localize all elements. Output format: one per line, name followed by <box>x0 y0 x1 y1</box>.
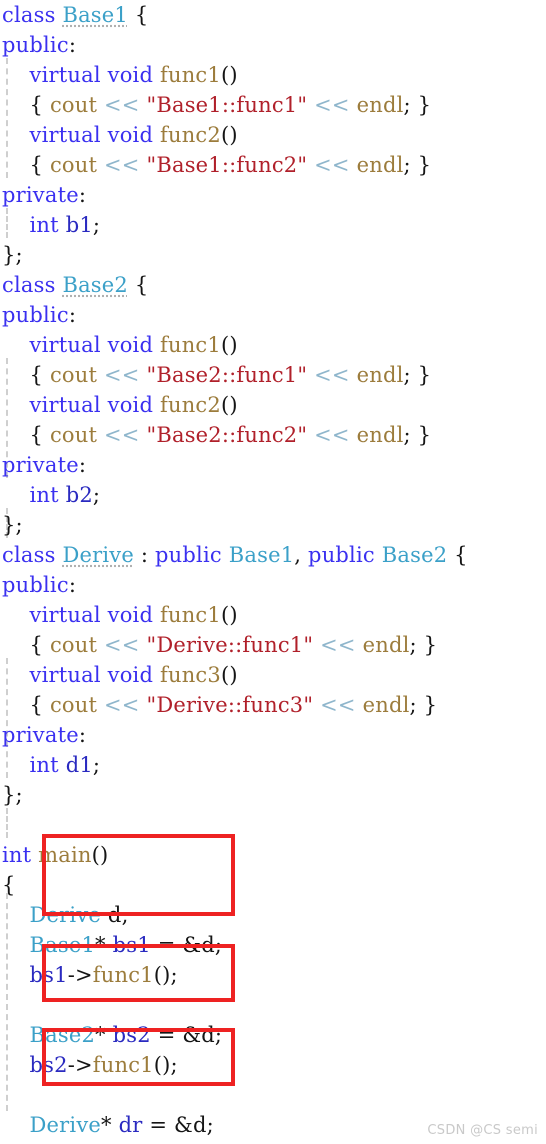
code-line: public: <box>2 33 77 57</box>
code-line: { cout << "Base1::func2" << endl; } <box>2 153 432 177</box>
code-line: private: <box>2 453 87 477</box>
code-line: bs1->func1(); <box>29 963 178 987</box>
code-line: virtual void func2() <box>29 123 238 147</box>
code-line: public: <box>2 303 77 327</box>
code-block[interactable]: class Base1 { public: virtual void func1… <box>0 0 546 1144</box>
code-line: }; <box>2 243 23 267</box>
code-line: { cout << "Derive::func3" << endl; } <box>2 693 438 717</box>
code-line: Derive d; <box>29 903 129 927</box>
code-line: class Base2 { <box>2 273 149 297</box>
code-line: Base2* bs2 = &d; <box>29 1023 223 1047</box>
code-line: virtual void func1() <box>29 333 238 357</box>
code-line: int b1; <box>29 213 101 237</box>
code-line: virtual void func1() <box>29 603 238 627</box>
code-line: int b2; <box>29 483 101 507</box>
code-line: public: <box>2 573 77 597</box>
code-line: virtual void func2() <box>29 393 238 417</box>
csdn-watermark: CSDN @CS semi <box>427 1123 538 1138</box>
code-line: { <box>2 873 16 897</box>
code-line: virtual void func1() <box>29 63 238 87</box>
code-line: int main() <box>2 843 109 867</box>
code-line: private: <box>2 723 87 747</box>
code-line: { cout << "Base2::func2" << endl; } <box>2 423 432 447</box>
code-line: int d1; <box>29 753 101 777</box>
code-line: Base1* bs1 = &d; <box>29 933 223 957</box>
code-line: { cout << "Base1::func1" << endl; } <box>2 93 432 117</box>
code-line: class Base1 { <box>2 3 149 27</box>
code-line: bs2->func1(); <box>29 1053 178 1077</box>
code-line: { cout << "Derive::func1" << endl; } <box>2 633 438 657</box>
code-line: { cout << "Base2::func1" << endl; } <box>2 363 432 387</box>
code-line: virtual void func3() <box>29 663 238 687</box>
code-screenshot: class Base1 { public: virtual void func1… <box>0 0 546 1144</box>
code-line: }; <box>2 783 23 807</box>
code-line: dr->func1(); <box>0 1140 546 1144</box>
code-line: class Derive : public Base1, public Base… <box>2 543 468 567</box>
code-line: }; <box>2 513 23 537</box>
code-line: private: <box>2 183 87 207</box>
